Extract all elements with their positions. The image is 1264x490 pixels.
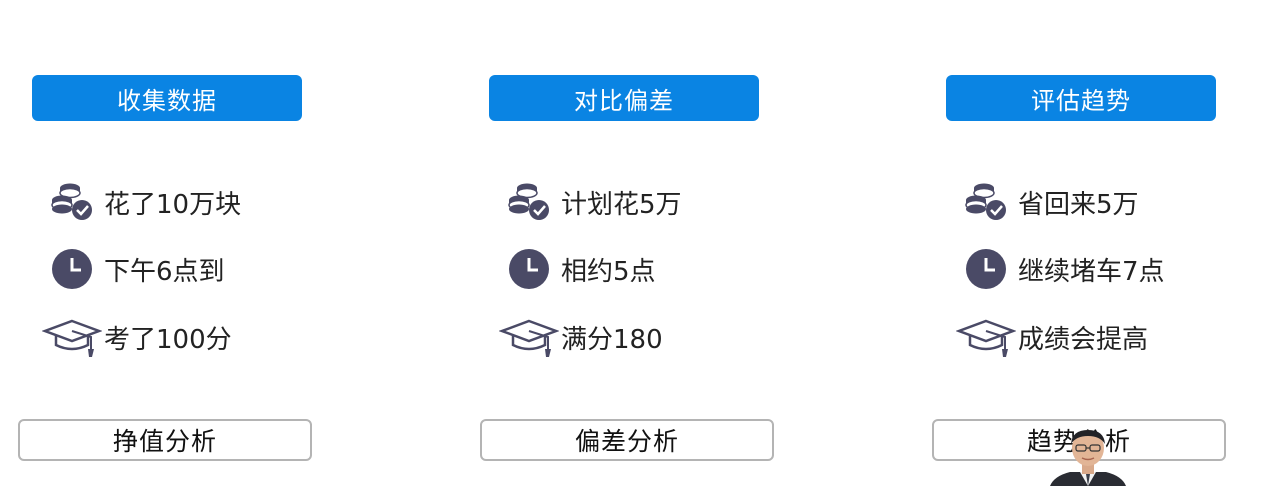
clock-icon — [503, 247, 555, 291]
graduation-cap-icon — [42, 315, 102, 359]
column-header: 评估趋势 — [946, 75, 1216, 121]
coins-check-icon — [46, 180, 98, 224]
column-collect-data: 收集数据 花了10万块 下午6点到 考了100分 挣值分析 — [0, 0, 320, 486]
clock-icon — [46, 247, 98, 291]
presenter-video-thumbnail — [1040, 428, 1136, 486]
footer-label-box: 偏差分析 — [480, 419, 774, 461]
graduation-cap-icon — [499, 315, 559, 359]
item-label: 相约5点 — [561, 256, 656, 287]
item-label: 满分180 — [561, 324, 663, 355]
item-label: 下午6点到 — [104, 256, 225, 287]
column-evaluate-trend: 评估趋势 省回来5万 继续堵车7点 成绩会提高 — [914, 0, 1234, 486]
list-item: 满分180 — [499, 315, 663, 359]
item-label: 计划花5万 — [561, 189, 682, 220]
item-label: 继续堵车7点 — [1018, 256, 1165, 287]
list-item: 考了100分 — [42, 315, 232, 359]
list-item: 成绩会提高 — [956, 315, 1148, 359]
footer-label-box: 挣值分析 — [18, 419, 312, 461]
item-label: 花了10万块 — [104, 189, 242, 220]
list-item: 下午6点到 — [46, 247, 225, 291]
graduation-cap-icon — [956, 315, 1016, 359]
list-item: 计划花5万 — [503, 180, 682, 224]
item-label: 省回来5万 — [1018, 189, 1139, 220]
clock-icon — [960, 247, 1012, 291]
column-compare-deviation: 对比偏差 计划花5万 相约5点 满分180 偏差分析 — [457, 0, 777, 486]
list-item: 相约5点 — [503, 247, 656, 291]
list-item: 省回来5万 — [960, 180, 1139, 224]
list-item: 花了10万块 — [46, 180, 241, 224]
column-header: 收集数据 — [32, 75, 302, 121]
coins-check-icon — [503, 180, 555, 224]
item-label: 成绩会提高 — [1018, 324, 1149, 355]
coins-check-icon — [960, 180, 1012, 224]
list-item: 继续堵车7点 — [960, 247, 1165, 291]
column-header: 对比偏差 — [489, 75, 759, 121]
item-label: 考了100分 — [104, 324, 232, 355]
